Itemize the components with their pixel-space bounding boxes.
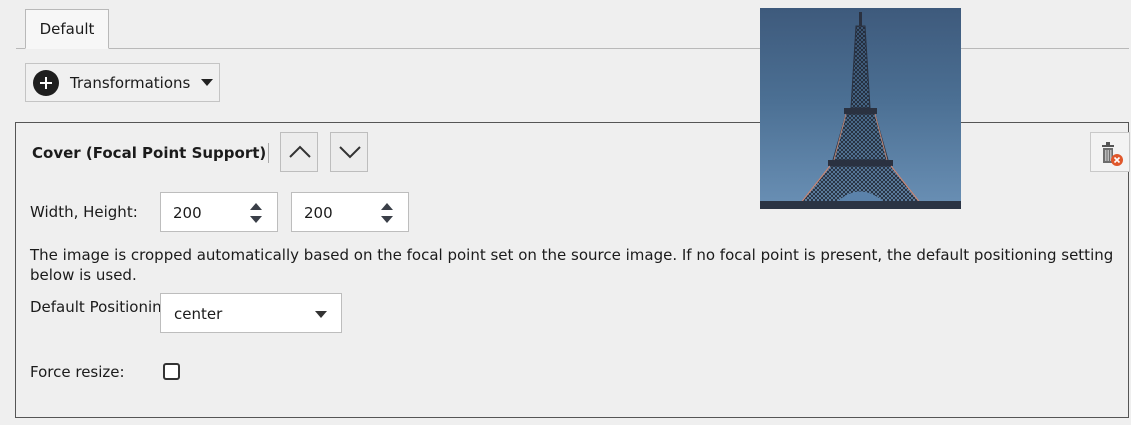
trash-delete-icon — [1102, 142, 1123, 166]
tab-default-label: Default — [39, 20, 95, 38]
default-positioning-select[interactable]: center — [160, 293, 342, 333]
spinner-arrows-icon[interactable] — [380, 202, 394, 224]
chevron-down-icon — [339, 146, 361, 159]
spinner-arrows-icon[interactable] — [249, 202, 263, 224]
caret-down-icon — [201, 79, 214, 86]
force-resize-checkbox[interactable] — [163, 363, 180, 380]
height-input[interactable]: 200 — [291, 192, 409, 232]
plus-circle-icon — [33, 69, 59, 96]
tab-default[interactable]: Default — [25, 9, 109, 49]
transformation-panel: Cover (Focal Point Support) Width, Heigh… — [15, 122, 1130, 418]
transformations-button[interactable]: Transformations — [25, 63, 220, 102]
width-height-label: Width, Height: — [30, 203, 138, 221]
title-separator — [268, 143, 269, 163]
width-value: 200 — [173, 204, 202, 222]
description-text: The image is cropped automatically based… — [30, 246, 1114, 284]
force-resize-label: Force resize: — [30, 363, 125, 381]
delete-button[interactable] — [1090, 132, 1130, 172]
tab-bar: Default — [16, 0, 1129, 49]
preview-image — [760, 8, 961, 209]
move-down-button[interactable] — [330, 132, 368, 172]
default-positioning-value: center — [174, 305, 223, 323]
eiffel-tower-image — [760, 12, 961, 209]
move-up-button[interactable] — [280, 132, 318, 172]
caret-down-icon — [315, 311, 327, 318]
height-value: 200 — [304, 204, 333, 222]
chevron-up-icon — [289, 145, 311, 158]
default-positioning-label: Default Positioning: — [30, 298, 177, 316]
transformations-label: Transformations — [70, 73, 191, 92]
panel-title: Cover (Focal Point Support) — [32, 144, 267, 162]
width-input[interactable]: 200 — [160, 192, 278, 232]
